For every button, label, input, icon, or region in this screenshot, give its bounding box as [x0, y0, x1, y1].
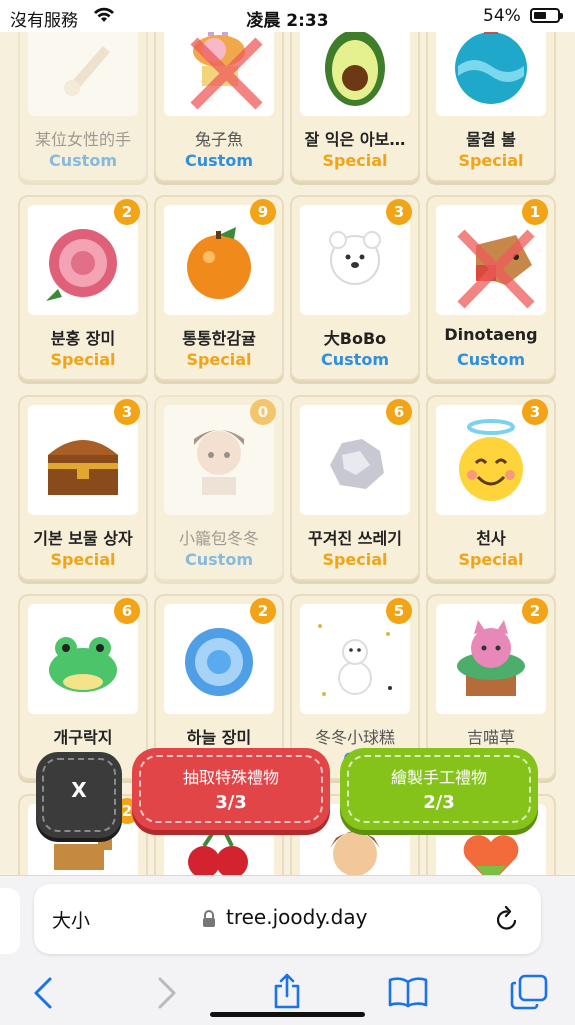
forward-icon[interactable] [156, 976, 178, 1010]
gift-card[interactable]: 0 小籠包冬冬 Custom [154, 395, 284, 581]
gift-card[interactable]: 6 꾸겨진 쓰레기 Special [290, 395, 420, 581]
gift-count-badge: 5 [386, 598, 412, 624]
gift-type-label: Special [322, 151, 388, 170]
reload-icon[interactable] [494, 905, 520, 933]
gift-count-badge: 2 [250, 598, 276, 624]
gift-name: 천사 [476, 529, 506, 548]
battery-icon [530, 8, 563, 23]
gift-card[interactable]: 3 천사 Special [426, 395, 556, 581]
gift-count-badge: 0 [250, 399, 276, 425]
gift-name: 兔子魚 [194, 130, 243, 149]
tabs-icon[interactable] [510, 974, 548, 1010]
gift-name: Dinotaeng [444, 325, 538, 344]
status-bar: 沒有服務 凌晨 2:33 54% [0, 0, 575, 32]
gift-name: 大BoBo [323, 329, 387, 348]
gift-name: 잘 익은 아보… [304, 130, 406, 149]
draw-custom-count: 2/3 [423, 792, 455, 813]
gift-name: 꾸겨진 쓰레기 [308, 529, 402, 548]
gift-type-label: Special [50, 350, 116, 369]
gift-grid: 某位女性的手 Custom 兔子魚 Custom 잘 익은 아보… Special 물결 볼… [0, 0, 575, 875]
text-size-button[interactable]: 大小 [52, 906, 90, 933]
gift-type-label: Special [458, 550, 524, 569]
draw-special-count: 3/3 [215, 792, 247, 813]
gift-count-badge: 6 [386, 399, 412, 425]
close-button[interactable]: X [36, 752, 122, 838]
gift-name: 물결 볼 [466, 130, 516, 149]
gift-card[interactable]: 3 기본 보물 상자 Special [18, 395, 148, 581]
share-icon[interactable] [272, 972, 302, 1010]
lock-icon [203, 910, 215, 927]
gift-count-badge: 2 [114, 199, 140, 225]
draw-custom-label: 繪製手工禮物 [390, 768, 487, 787]
gift-count-badge: 9 [250, 199, 276, 225]
gift-type-label: Custom [185, 550, 253, 569]
gift-type-label: Custom [49, 151, 117, 170]
draw-special-label: 抽取特殊禮物 [182, 768, 279, 787]
gift-name: 冬冬小球糕 [314, 728, 395, 747]
bookmarks-icon[interactable] [388, 976, 428, 1008]
gift-card[interactable]: 3 大BoBo Custom [290, 195, 420, 381]
gift-type-label: Special [322, 550, 388, 569]
gift-name: 기본 보물 상자 [33, 529, 133, 548]
gift-count-badge: 3 [114, 399, 140, 425]
gift-count-badge: 1 [522, 199, 548, 225]
browser-chrome: 大小 tree.joody.day [0, 875, 575, 1025]
battery-percent: 54% [483, 6, 521, 26]
draw-custom-gift-button[interactable]: 繪製手工禮物 2/3 [340, 748, 538, 830]
gift-count-badge: 6 [114, 598, 140, 624]
gift-count-badge: 3 [386, 199, 412, 225]
gift-name: 某位女性的手 [34, 130, 131, 149]
gift-name: 개구락지 [53, 728, 113, 747]
gift-type-label: Special [186, 350, 252, 369]
back-icon[interactable] [32, 976, 54, 1010]
gift-count-badge: 3 [522, 399, 548, 425]
gift-type-label: Custom [185, 151, 253, 170]
home-indicator [210, 1012, 365, 1017]
url-text[interactable]: tree.joody.day [226, 905, 367, 929]
gift-name: 吉喵草 [466, 728, 515, 747]
gift-type-label: Custom [321, 350, 389, 369]
gift-card[interactable]: 9 통통한감귤 Special [154, 195, 284, 381]
address-bar[interactable]: 大小 tree.joody.day [34, 884, 541, 954]
gift-count-badge: 2 [522, 598, 548, 624]
gift-type-label: Special [50, 550, 116, 569]
gift-name: 통통한감귤 [182, 329, 256, 348]
previous-tab-preview[interactable] [0, 888, 20, 954]
gift-name: 분홍 장미 [50, 329, 116, 348]
gift-type-label: Custom [457, 350, 525, 369]
draw-special-gift-button[interactable]: 抽取特殊禮物 3/3 [132, 748, 330, 830]
gift-name: 小籠包冬冬 [178, 529, 259, 548]
gift-name: 하늘 장미 [186, 728, 252, 747]
close-icon: X [71, 778, 87, 802]
gift-type-label: Special [458, 151, 524, 170]
gift-card[interactable]: 2 분홍 장미 Special [18, 195, 148, 381]
gift-card[interactable]: 1 Dinotaeng Custom [426, 195, 556, 381]
